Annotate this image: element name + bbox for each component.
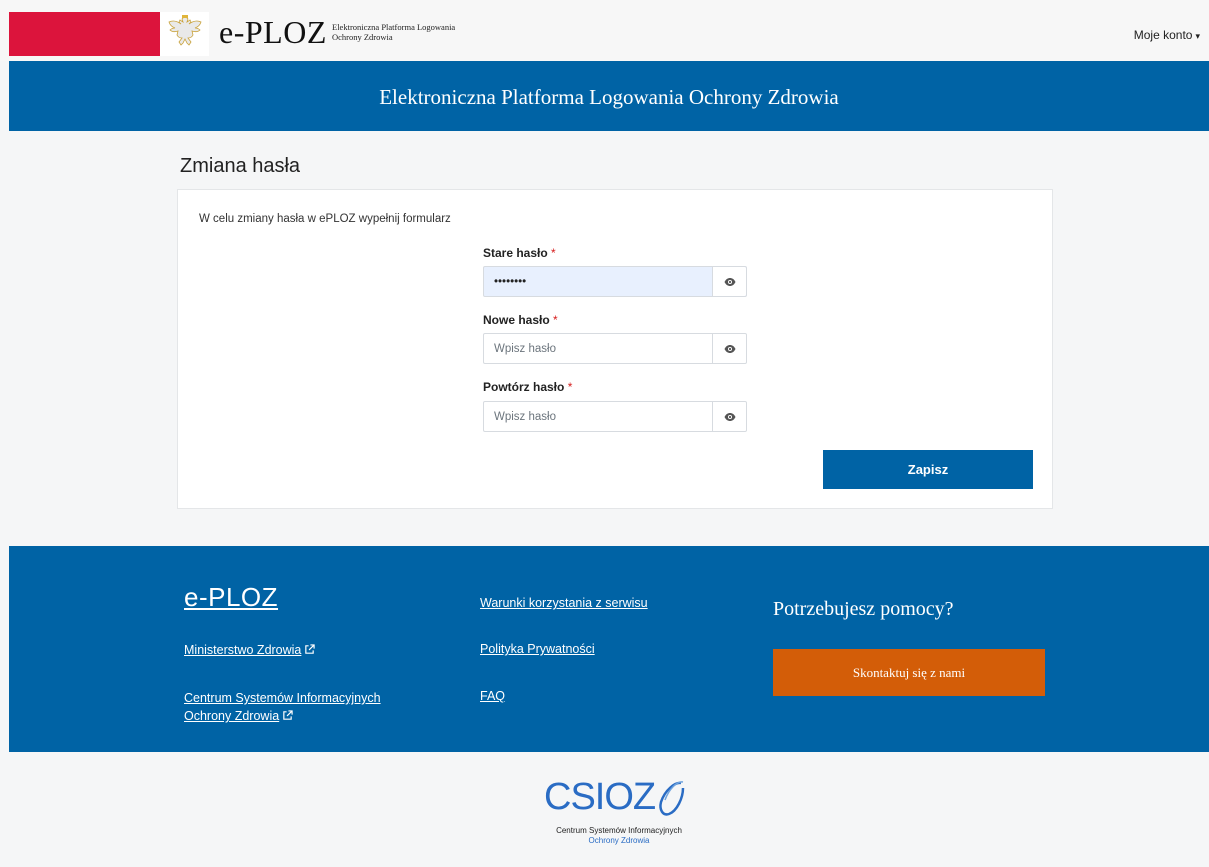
polish-eagle-icon <box>168 15 202 46</box>
new-password-label-text: Nowe hasło <box>483 313 550 327</box>
caret-down-icon[interactable]: ▾ <box>1195 31 1200 41</box>
csioz-logo-line2: Ochrony Zdrowia <box>588 836 650 845</box>
logo-subtitle-line1: Elektroniczna Platforma Logowania <box>332 22 456 32</box>
toggle-old-password-button[interactable] <box>712 267 746 296</box>
new-password-input[interactable] <box>484 334 713 363</box>
csioz-logo-word: CSIOZ <box>544 776 656 818</box>
toggle-new-password-button[interactable] <box>712 334 746 363</box>
faq-link[interactable]: FAQ <box>480 687 505 705</box>
required-mark: * <box>553 313 558 327</box>
new-password-field <box>483 333 747 364</box>
help-title: Potrzebujesz pomocy? <box>773 598 954 620</box>
eye-icon[interactable] <box>724 277 736 286</box>
page-title: Zmiana hasła <box>180 155 301 177</box>
logo-subtitle: Elektroniczna Platforma Logowania Ochron… <box>332 22 455 42</box>
required-mark: * <box>551 246 556 260</box>
new-password-label: Nowe hasło * <box>483 313 558 327</box>
external-link-icon[interactable] <box>282 710 293 721</box>
privacy-link[interactable]: Polityka Prywatności <box>480 640 595 658</box>
old-password-field <box>483 266 747 297</box>
external-link-icon[interactable] <box>304 644 316 655</box>
save-button[interactable]: Zapisz <box>823 450 1033 489</box>
ministry-link[interactable]: Ministerstwo Zdrowia <box>184 641 316 659</box>
ministry-link-text[interactable]: Ministerstwo Zdrowia <box>184 643 301 657</box>
banner: Elektroniczna Platforma Logowania Ochron… <box>9 61 1209 131</box>
csioz-link[interactable]: Centrum Systemów Informacyjnych Ochrony … <box>184 689 381 725</box>
csioz-link-line1[interactable]: Centrum Systemów Informacyjnych <box>184 689 381 707</box>
terms-link[interactable]: Warunki korzystania z serwisu <box>480 594 648 612</box>
logo-subtitle-line2: Ochrony Zdrowia <box>332 32 393 42</box>
csioz-link-line2[interactable]: Ochrony Zdrowia <box>184 709 279 723</box>
csioz-swoosh-icon <box>659 781 685 816</box>
toggle-repeat-password-button[interactable] <box>712 402 746 431</box>
contact-button[interactable]: Skontaktuj się z nami <box>773 649 1045 696</box>
repeat-password-field <box>483 401 747 432</box>
account-label[interactable]: Moje konto <box>1134 28 1193 42</box>
repeat-password-label: Powtórz hasło * <box>483 380 572 394</box>
old-password-input[interactable] <box>484 267 713 296</box>
old-password-label-text: Stare hasło <box>483 246 548 260</box>
old-password-label: Stare hasło * <box>483 246 556 260</box>
repeat-password-input[interactable] <box>484 402 713 431</box>
logo-wordmark[interactable]: e-PLOZ <box>219 14 327 51</box>
repeat-password-label-text: Powtórz hasło <box>483 380 565 394</box>
eye-icon[interactable] <box>724 412 736 421</box>
required-mark: * <box>567 380 573 394</box>
banner-title: Elektroniczna Platforma Logowania Ochron… <box>379 85 839 109</box>
account-menu[interactable]: Moje konto ▾ <box>1134 28 1200 42</box>
footer-brand-link[interactable]: e-PLOZ <box>184 582 278 613</box>
form-intro: W celu zmiany hasła w ePLOZ wypełnij for… <box>199 213 451 225</box>
eye-icon[interactable] <box>724 344 736 353</box>
csioz-logo-line1: Centrum Systemów Informacyjnych <box>556 826 682 835</box>
csioz-link-line2-wrap[interactable]: Ochrony Zdrowia <box>184 707 381 725</box>
